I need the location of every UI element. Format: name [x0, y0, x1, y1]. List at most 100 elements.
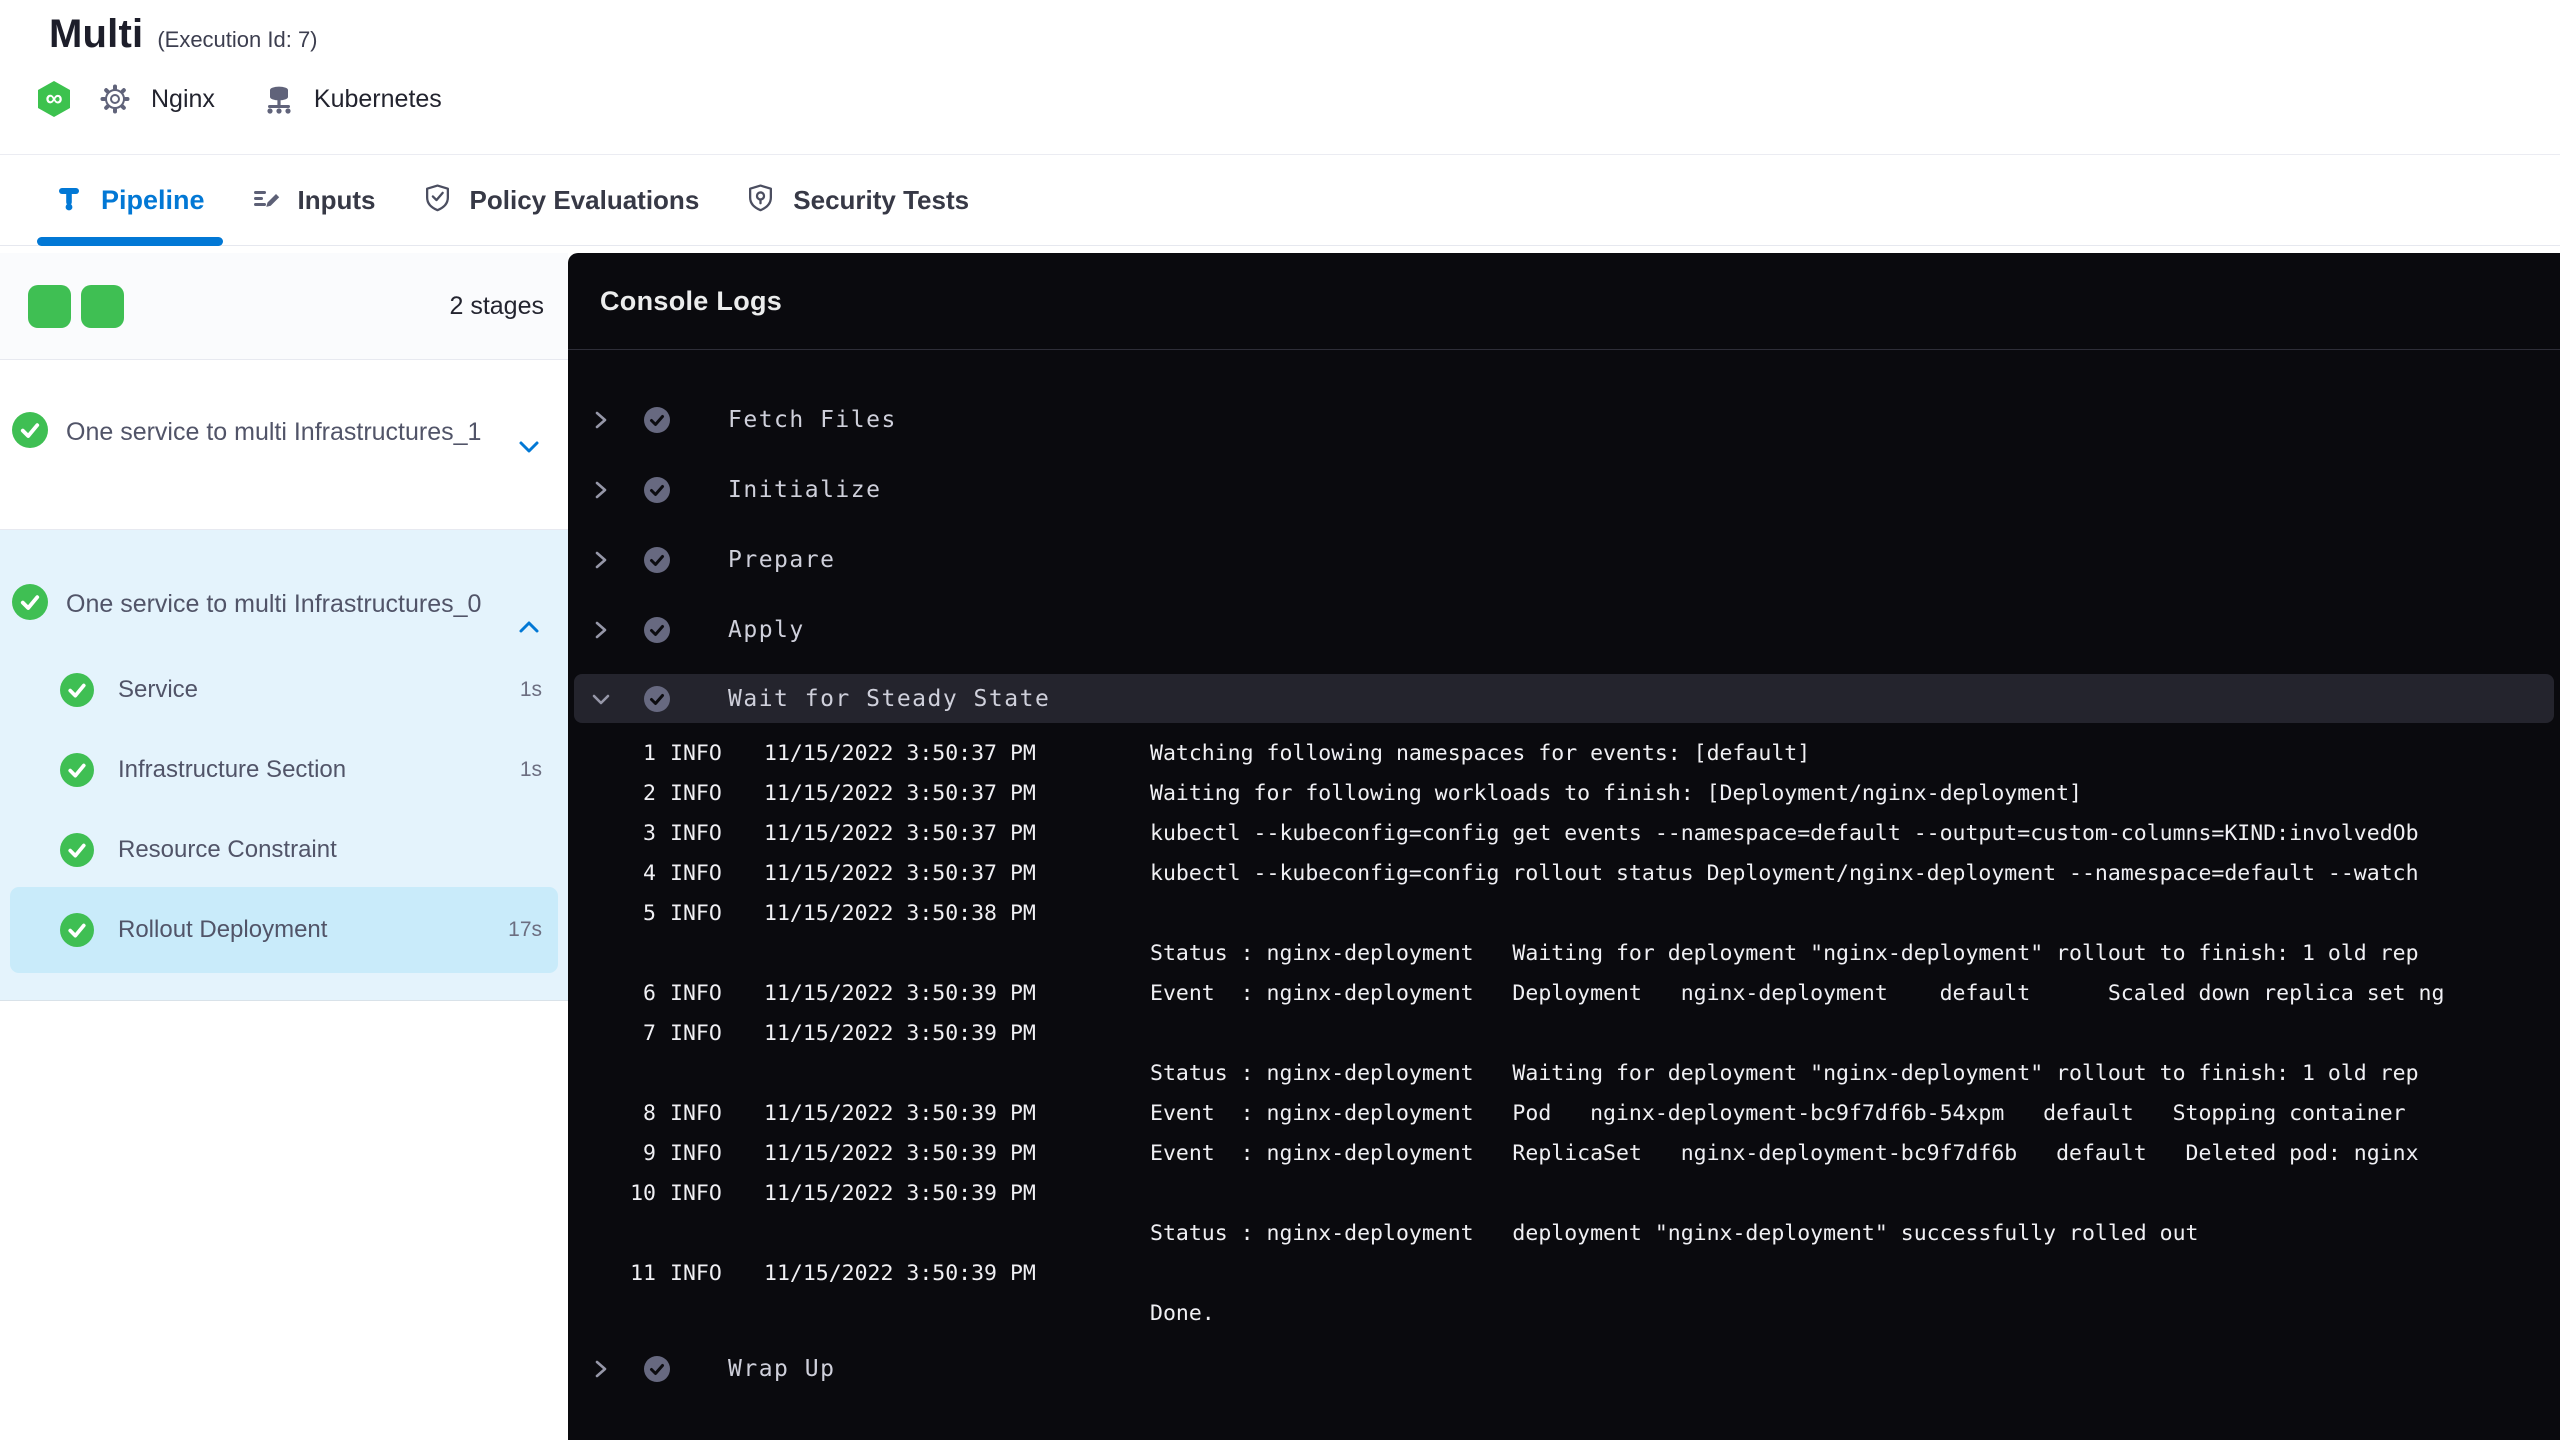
console-header: Console Logs [568, 253, 2560, 350]
step-item-infrastructure-section[interactable]: Infrastructure Section 1s [0, 730, 568, 810]
console-section-wait-for-steady-state[interactable]: Wait for Steady State [574, 674, 2554, 723]
log-level: INFO [670, 1181, 722, 1206]
log-line-number: 5 [643, 901, 656, 926]
log-line-number: 6 [643, 981, 656, 1006]
chevron-right-icon[interactable] [590, 1358, 612, 1380]
log-level: INFO [670, 781, 722, 806]
log-timestamp [764, 1214, 1136, 1254]
log-timestamp: 11/15/2022 3:50:39 PM [764, 1141, 1036, 1166]
chevron-right-icon[interactable] [590, 479, 612, 501]
step-duration: 1s [519, 757, 542, 781]
success-check-icon [60, 912, 94, 947]
step-item-resource-constraint[interactable]: Resource Constraint [0, 810, 568, 890]
console-success-check-icon [642, 1354, 672, 1384]
stage-count: 2 stages [449, 291, 544, 320]
chevron-right-icon[interactable] [590, 409, 612, 431]
log-message: kubectl --kubeconfig=config rollout stat… [1150, 861, 2419, 886]
log-timestamp: 11/15/2022 3:50:39 PM [764, 1021, 1036, 1046]
log-line-number: 9 [643, 1141, 656, 1166]
log-line: 10 INFO 11/15/2022 3:50:39 PM [568, 1174, 2560, 1214]
log-line: 7 INFO 11/15/2022 3:50:39 PM [568, 1014, 2560, 1054]
log-line: 9 INFO 11/15/2022 3:50:39 PM Event : nginx-… [568, 1134, 2560, 1174]
log-line: 8 INFO 11/15/2022 3:50:39 PM Event : nginx-… [568, 1094, 2560, 1134]
chevron-right-icon[interactable] [590, 619, 612, 641]
stage-item-infrastructures-0[interactable]: One service to multi Infrastructures_0 [0, 530, 568, 650]
log-line: Status : nginx-deployment Waiting for de… [568, 1054, 2560, 1094]
console-section-prepare[interactable]: Prepare [568, 525, 2560, 595]
log-level [670, 934, 750, 974]
log-line: 5 INFO 11/15/2022 3:50:38 PM [568, 894, 2560, 934]
log-level: INFO [670, 741, 722, 766]
stage-status-square [81, 284, 124, 328]
tab-label: Policy Evaluations [469, 184, 700, 215]
log-line: 4 INFO 11/15/2022 3:50:37 PM kubectl --kube… [568, 854, 2560, 894]
log-message: kubectl --kubeconfig=config get events -… [1150, 821, 2419, 846]
log-line: 1 INFO 11/15/2022 3:50:37 PM Watching follo… [568, 734, 2560, 774]
stage-status-square [28, 284, 71, 328]
log-level: INFO [670, 981, 722, 1006]
log-line: Done. [568, 1294, 2560, 1334]
infrastructure-name: Kubernetes [313, 84, 442, 113]
console-section-wrap-up[interactable]: Wrap Up [568, 1334, 2560, 1404]
log-message: Status : nginx-deployment Waiting for de… [1150, 1061, 2419, 1086]
log-level: INFO [670, 901, 722, 926]
tab-label: Security Tests [793, 184, 970, 215]
log-level: INFO [670, 1261, 722, 1286]
success-check-icon [12, 584, 48, 620]
log-level [670, 1054, 750, 1094]
log-message: Waiting for following workloads to finis… [1150, 781, 2082, 806]
gear-icon [100, 84, 130, 114]
chevron-down-icon[interactable] [516, 434, 542, 460]
console-section-initialize[interactable]: Initialize [568, 455, 2560, 525]
log-level: INFO [670, 861, 722, 886]
console-success-check-icon [642, 684, 672, 714]
page-title: Multi [49, 12, 144, 56]
step-duration: 1s [519, 677, 542, 701]
stage-item-infrastructures-1[interactable]: One service to multi Infrastructures_1 [0, 360, 568, 530]
log-message: Status : nginx-deployment deployment "ng… [1150, 1221, 2199, 1246]
tab-pipeline[interactable]: Pipeline [37, 155, 223, 246]
log-line: Status : nginx-deployment deployment "ng… [568, 1214, 2560, 1254]
log-line: Status : nginx-deployment Waiting for de… [568, 934, 2560, 974]
log-message: Done. [1150, 1301, 1215, 1326]
inputs-icon [252, 184, 280, 217]
log-line-number [568, 934, 656, 974]
tab-bar: Pipeline Inputs Policy Evaluations Secur… [0, 154, 2560, 246]
console-section-fetch-files[interactable]: Fetch Files [568, 385, 2560, 455]
log-line-number [568, 1054, 656, 1094]
active-tab-underline [37, 237, 223, 246]
service-name: Nginx [151, 84, 215, 113]
console-title: Console Logs [600, 285, 783, 316]
chevron-right-icon[interactable] [590, 549, 612, 571]
log-message: Watching following namespaces for events… [1150, 741, 1811, 766]
log-message: Event : nginx-deployment Pod nginx-deplo… [1150, 1101, 2406, 1126]
success-check-icon [60, 752, 94, 787]
log-line-number: 1 [643, 741, 656, 766]
console-section-apply[interactable]: Apply [568, 595, 2560, 665]
log-line: 11 INFO 11/15/2022 3:50:39 PM [568, 1254, 2560, 1294]
step-item-rollout-deployment[interactable]: Rollout Deployment 17s [0, 886, 568, 973]
log-timestamp: 11/15/2022 3:50:39 PM [764, 1261, 1036, 1286]
execution-id: (Execution Id: 7) [157, 27, 318, 52]
log-timestamp: 11/15/2022 3:50:39 PM [764, 1101, 1036, 1126]
header: Multi (Execution Id: 7) ∞ Nginx Kubernet… [0, 0, 2560, 154]
log-output: 1 INFO 11/15/2022 3:50:37 PM Watching follo… [568, 723, 2560, 1334]
chevron-up-icon[interactable] [516, 614, 542, 640]
tab-security-tests[interactable]: Security Tests [746, 155, 969, 245]
log-message: Event : nginx-deployment ReplicaSet ngin… [1150, 1141, 2419, 1166]
tab-inputs[interactable]: Inputs [252, 155, 376, 245]
stage-name: One service to multi Infrastructures_0 [66, 590, 482, 618]
log-timestamp [764, 1294, 1136, 1334]
stage-name: One service to multi Infrastructures_1 [66, 418, 482, 446]
step-item-service[interactable]: Service 1s [0, 650, 568, 730]
tab-policy-evaluations[interactable]: Policy Evaluations [423, 155, 700, 245]
log-timestamp: 11/15/2022 3:50:37 PM [764, 861, 1036, 886]
shield-check-icon [423, 183, 452, 217]
step-name: Rollout Deployment [118, 915, 328, 943]
log-line-number: 10 [630, 1181, 656, 1206]
chevron-down-icon[interactable] [590, 688, 612, 710]
log-line: 3 INFO 11/15/2022 3:50:37 PM kubectl --kube… [568, 814, 2560, 854]
log-timestamp: 11/15/2022 3:50:39 PM [764, 981, 1036, 1006]
pipeline-execution-page: Multi (Execution Id: 7) ∞ Nginx Kubernet… [0, 0, 2560, 1440]
log-timestamp [764, 934, 1136, 974]
